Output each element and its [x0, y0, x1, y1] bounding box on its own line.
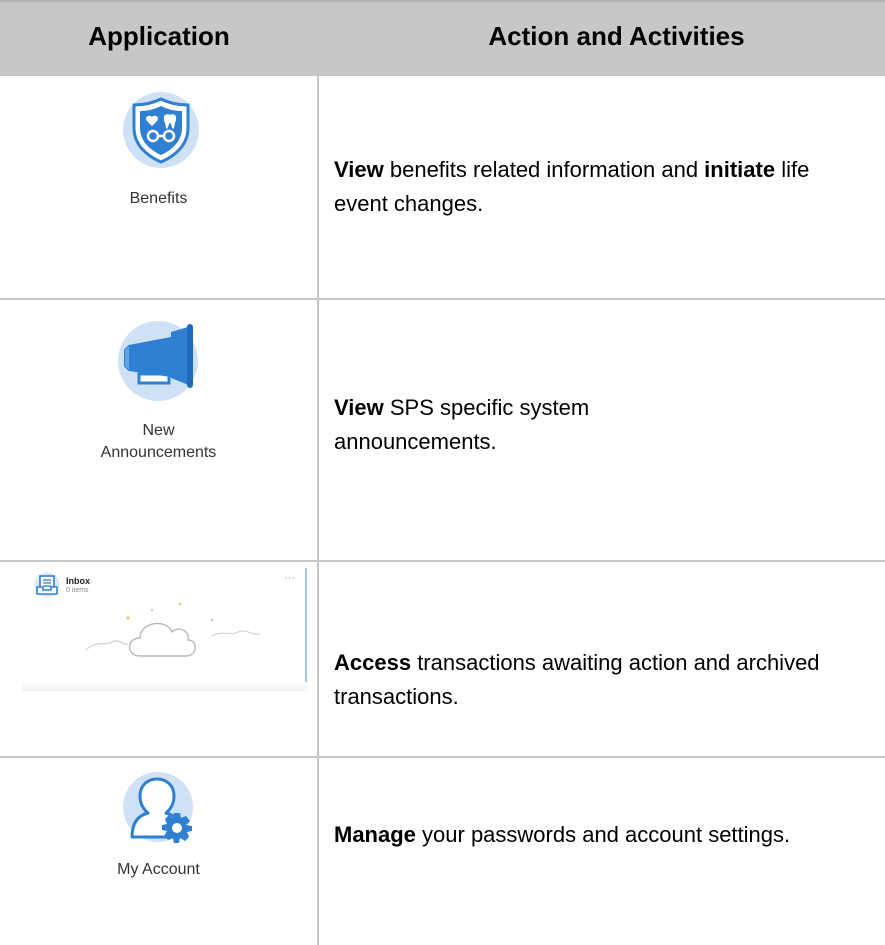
column-divider: [317, 76, 319, 300]
inbox-item-count: 0 items: [66, 587, 89, 594]
my-account-desc-verb: Manage: [334, 822, 416, 847]
inbox-description: Access transactions awaiting action and …: [334, 646, 834, 714]
announcements-desc-verb: View: [334, 395, 384, 420]
my-account-description: Manage your passwords and account settin…: [334, 818, 804, 852]
benefits-desc-verb-2: initiate: [704, 157, 776, 182]
inbox-title: Inbox: [66, 576, 90, 586]
announcements-app-tile[interactable]: New Announcements: [0, 300, 317, 560]
row-divider: [0, 560, 885, 562]
benefits-app-tile[interactable]: Benefits: [0, 78, 317, 298]
more-options-icon[interactable]: ···: [284, 572, 295, 584]
announcements-label-line-1: New: [142, 422, 175, 439]
benefits-app-label: Benefits: [129, 190, 188, 207]
header-application: Application: [0, 0, 318, 76]
megaphone-icon: [118, 321, 198, 401]
column-divider: [317, 562, 319, 758]
header-application-label: Application: [88, 21, 230, 51]
my-account-desc-text: your passwords and account settings.: [415, 822, 791, 847]
my-account-app-tile[interactable]: My Account: [0, 758, 317, 945]
inbox-app-tile[interactable]: Inbox 0 items ···: [22, 568, 308, 691]
empty-inbox-cloud-illustration: [85, 602, 261, 657]
announcements-label-line-2: Announcements: [100, 444, 217, 461]
header-actions: Action and Activities: [318, 0, 885, 76]
tile-scroll-edge: [305, 568, 307, 690]
announcements-description: View SPS specific system announcements.: [334, 391, 684, 459]
column-divider: [317, 300, 319, 562]
tile-bottom-edge: [22, 682, 308, 691]
benefits-description: View benefits related information and in…: [334, 153, 864, 221]
inbox-icon: [34, 572, 60, 598]
column-divider: [317, 758, 319, 945]
inbox-desc-verb: Access: [334, 650, 412, 675]
header-actions-label: Action and Activities: [488, 21, 745, 51]
user-gear-icon: [123, 772, 193, 843]
shield-icon: [123, 92, 199, 168]
benefits-desc-text: benefits related information and: [383, 157, 705, 182]
applications-table: Application Action and Activities Benefi…: [0, 0, 885, 945]
my-account-app-label: My Account: [117, 861, 200, 878]
announcements-app-label: New Announcements: [0, 420, 317, 464]
benefits-desc-verb: View: [334, 157, 384, 182]
